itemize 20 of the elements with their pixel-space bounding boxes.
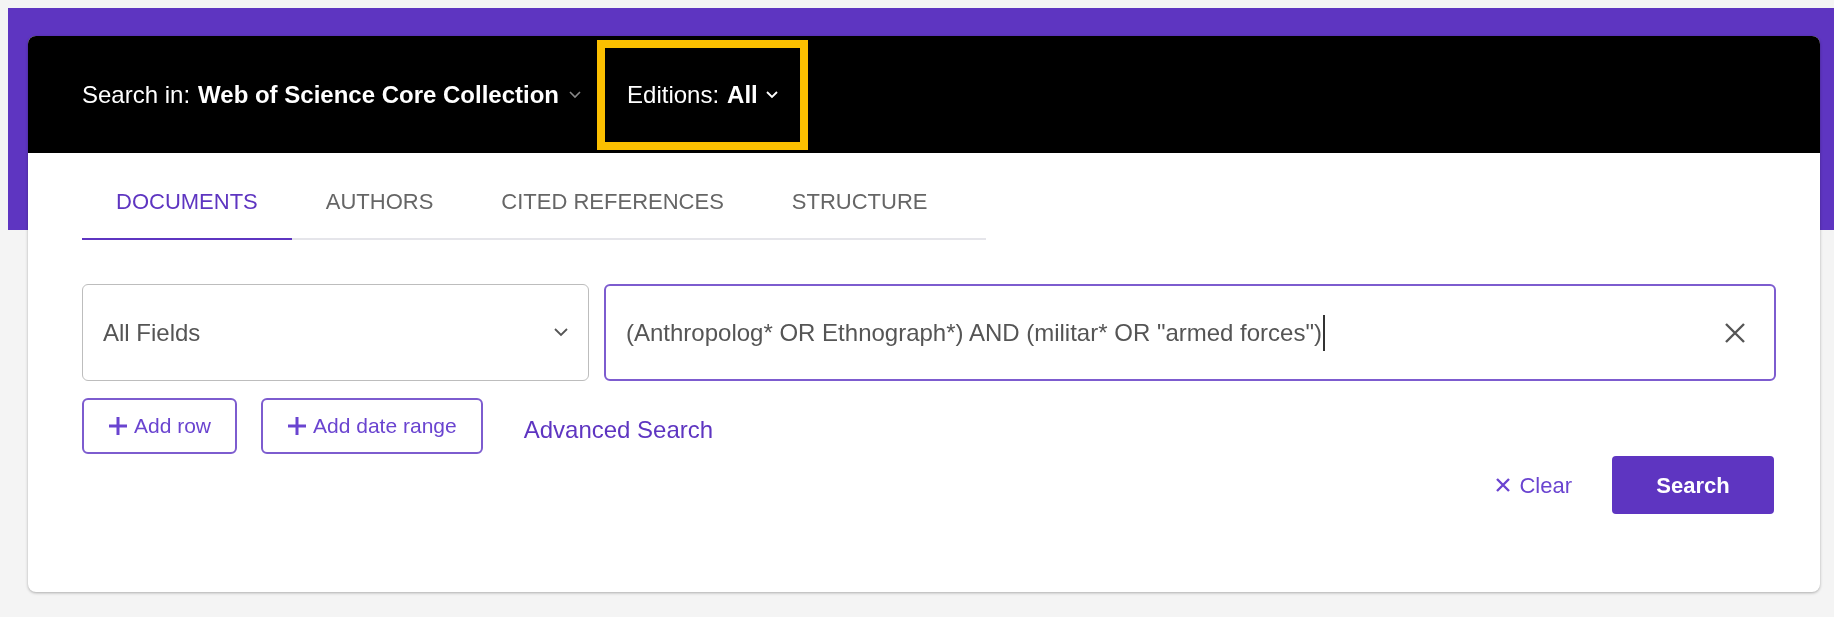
caret-icon: [569, 90, 582, 99]
close-icon[interactable]: [1724, 321, 1746, 344]
add-row-button[interactable]: Add row: [82, 398, 238, 454]
close-icon: [1495, 477, 1512, 493]
clear-button[interactable]: Clear: [1495, 468, 1572, 502]
advanced-search-link[interactable]: Advanced Search: [523, 412, 714, 448]
field-select[interactable]: All Fields: [82, 284, 589, 381]
plus-icon: [108, 416, 128, 436]
tab[interactable]: AUTHORS: [291, 165, 468, 240]
tab[interactable]: STRUCTURE: [757, 165, 962, 240]
caret-icon: [765, 90, 778, 99]
tab[interactable]: CITED REFERENCES: [467, 165, 758, 240]
tab[interactable]: DOCUMENTS: [82, 165, 292, 240]
plus-icon: [287, 416, 308, 436]
collection-selector[interactable]: Search in: Web of Science Core Collection: [82, 76, 582, 113]
add-date-range-button[interactable]: Add date range: [261, 398, 483, 454]
search-button[interactable]: Search: [1612, 456, 1774, 514]
editions-selector[interactable]: Editions: All: [627, 76, 778, 113]
chevron-icon: [554, 328, 568, 337]
query-field[interactable]: (Anthropolog* OR Ethnograph*) AND (militar* OR "armed forces"): [604, 284, 1776, 381]
